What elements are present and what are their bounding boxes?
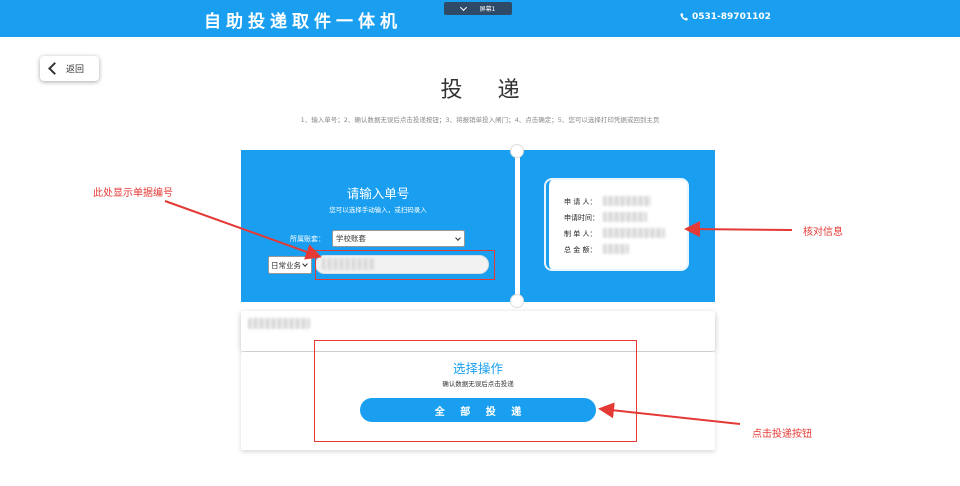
- annotation-arrows: [164, 200, 793, 425]
- arrow-to-deliver-button: [598, 402, 741, 425]
- arrow-to-verify-card: [684, 221, 793, 238]
- arrow-to-order-input: [164, 200, 322, 260]
